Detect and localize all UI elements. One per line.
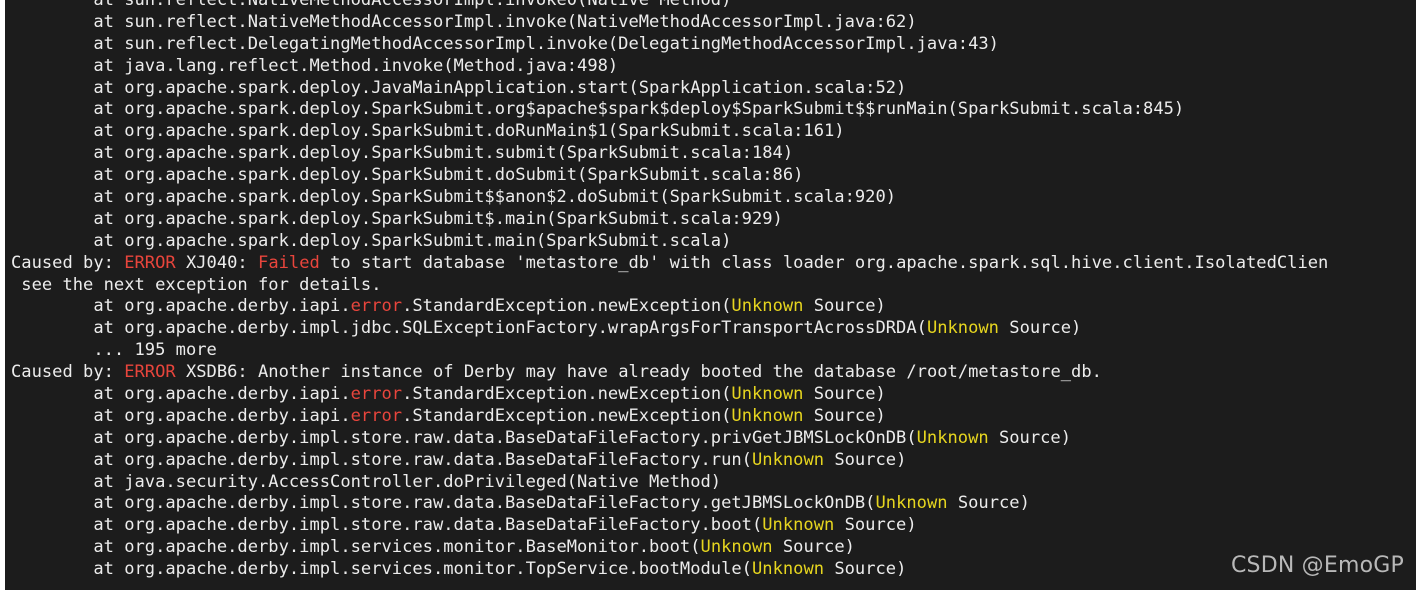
- line-text: Caused by:: [11, 362, 125, 383]
- terminal-line: Caused by: ERROR XJ040: Failed to start …: [11, 253, 1328, 275]
- terminal-window[interactable]: at sun.reflect.NativeMethodAccessorImpl.…: [5, 0, 1416, 590]
- line-text: see the next exception for details.: [11, 274, 382, 295]
- line-text: Source): [824, 449, 907, 470]
- line-text: ... 195 more: [11, 340, 217, 361]
- terminal-line: at java.lang.reflect.Method.invoke(Metho…: [11, 56, 1328, 78]
- line-text: at org.apache.derby.impl.store.raw.data.…: [11, 449, 752, 470]
- terminal-line: at org.apache.spark.deploy.SparkSubmit.m…: [11, 231, 1328, 253]
- line-text: at org.apache.derby.iapi.: [11, 405, 351, 426]
- unknown-keyword: Unknown: [875, 493, 948, 514]
- line-text: Source): [803, 405, 886, 426]
- line-text: at org.apache.spark.deploy.SparkSubmit.d…: [11, 121, 845, 142]
- terminal-line: at org.apache.spark.deploy.SparkSubmit.o…: [11, 99, 1328, 121]
- line-text: at org.apache.spark.deploy.JavaMainAppli…: [11, 77, 907, 98]
- line-text: Source): [824, 559, 907, 580]
- terminal-line: at java.security.AccessController.doPriv…: [11, 472, 1328, 494]
- terminal-line: see the next exception for details.: [11, 275, 1328, 297]
- line-text: at org.apache.spark.deploy.SparkSubmit.s…: [11, 143, 794, 164]
- terminal-line: at sun.reflect.DelegatingMethodAccessorI…: [11, 34, 1328, 56]
- terminal-line: at org.apache.spark.deploy.SparkSubmit.s…: [11, 143, 1328, 165]
- unknown-keyword: Unknown: [731, 384, 804, 405]
- line-text: to start database 'metastore_db' with cl…: [319, 252, 1329, 273]
- line-text: Source): [998, 318, 1082, 339]
- line-text: at org.apache.derby.impl.jdbc.SQLExcepti…: [11, 318, 927, 339]
- terminal-line: at org.apache.derby.impl.services.monito…: [11, 559, 1328, 581]
- unknown-keyword: Unknown: [751, 559, 825, 580]
- error-keyword: error: [350, 384, 403, 405]
- line-text: Caused by:: [11, 252, 125, 273]
- stack-trace-output: at sun.reflect.NativeMethodAccessorImpl.…: [11, 0, 1328, 581]
- line-text: .StandardException.newException(: [402, 405, 732, 426]
- terminal-line: at org.apache.derby.impl.store.raw.data.…: [11, 450, 1328, 472]
- terminal-line: at sun.reflect.NativeMethodAccessorImpl.…: [11, 0, 1328, 12]
- unknown-keyword: Unknown: [751, 449, 825, 470]
- error-keyword: ERROR: [124, 252, 176, 273]
- terminal-line: at org.apache.derby.impl.store.raw.data.…: [11, 515, 1328, 537]
- line-text: at org.apache.spark.deploy.SparkSubmit.d…: [11, 165, 804, 186]
- unknown-keyword: Unknown: [700, 537, 773, 558]
- error-keyword: ERROR: [124, 362, 176, 383]
- line-text: at org.apache.derby.impl.store.raw.data.…: [11, 427, 917, 448]
- line-text: at org.apache.spark.deploy.SparkSubmit.o…: [11, 99, 1185, 120]
- line-text: at org.apache.derby.iapi.: [11, 384, 351, 405]
- unknown-keyword: Unknown: [762, 515, 835, 536]
- terminal-line: at org.apache.derby.iapi.error.StandardE…: [11, 296, 1328, 318]
- terminal-line: at org.apache.derby.impl.store.raw.data.…: [11, 428, 1328, 450]
- line-text: at java.security.AccessController.doPriv…: [11, 471, 722, 492]
- terminal-line: at org.apache.derby.impl.services.monito…: [11, 537, 1328, 559]
- line-text: at java.lang.reflect.Method.invoke(Metho…: [11, 55, 619, 76]
- terminal-line: Caused by: ERROR XSDB6: Another instance…: [11, 362, 1328, 384]
- terminal-line: at org.apache.spark.deploy.SparkSubmit.d…: [11, 121, 1328, 143]
- unknown-keyword: Unknown: [916, 427, 989, 448]
- line-text: Source): [988, 427, 1072, 448]
- line-text: .StandardException.newException(: [402, 384, 732, 405]
- line-text: Source): [803, 296, 886, 317]
- terminal-line: at org.apache.derby.impl.store.raw.data.…: [11, 493, 1328, 515]
- csdn-watermark: CSDN @EmoGP: [1230, 553, 1404, 578]
- terminal-line: at org.apache.derby.impl.jdbc.SQLExcepti…: [11, 318, 1328, 340]
- terminal-line: at org.apache.spark.deploy.SparkSubmit$.…: [11, 209, 1328, 231]
- error-keyword: Failed: [258, 252, 320, 273]
- terminal-line: at org.apache.spark.deploy.JavaMainAppli…: [11, 78, 1328, 100]
- line-text: at org.apache.spark.deploy.SparkSubmit$$…: [11, 187, 897, 208]
- line-text: XJ040:: [175, 252, 259, 273]
- unknown-keyword: Unknown: [731, 405, 804, 426]
- line-text: Source): [772, 537, 855, 558]
- line-text: at sun.reflect.DelegatingMethodAccessorI…: [11, 33, 999, 54]
- line-text: at org.apache.derby.impl.services.monito…: [11, 537, 701, 558]
- line-text: at sun.reflect.NativeMethodAccessorImpl.…: [11, 11, 917, 32]
- error-keyword: error: [350, 296, 403, 317]
- terminal-line: ... 195 more: [11, 340, 1328, 362]
- line-text: Source): [947, 493, 1030, 514]
- terminal-line: at sun.reflect.NativeMethodAccessorImpl.…: [11, 12, 1328, 34]
- unknown-keyword: Unknown: [731, 296, 804, 317]
- line-text: at org.apache.spark.deploy.SparkSubmit.m…: [11, 230, 732, 251]
- line-text: at org.apache.derby.iapi.: [11, 296, 351, 317]
- terminal-line: at org.apache.derby.iapi.error.StandardE…: [11, 384, 1328, 406]
- terminal-line: at org.apache.spark.deploy.SparkSubmit$$…: [11, 187, 1328, 209]
- line-text: at org.apache.derby.impl.store.raw.data.…: [11, 493, 876, 514]
- line-text: .StandardException.newException(: [402, 296, 732, 317]
- line-text: at org.apache.derby.impl.services.monito…: [11, 559, 752, 580]
- line-text: at org.apache.spark.deploy.SparkSubmit$.…: [11, 208, 783, 229]
- unknown-keyword: Unknown: [926, 318, 999, 339]
- line-text: Source): [803, 384, 886, 405]
- error-keyword: error: [350, 405, 403, 426]
- terminal-line: at org.apache.derby.iapi.error.StandardE…: [11, 406, 1328, 428]
- line-text: at org.apache.derby.impl.store.raw.data.…: [11, 515, 763, 536]
- line-text: XSDB6: Another instance of Derby may hav…: [175, 362, 1102, 383]
- line-text: at sun.reflect.NativeMethodAccessorImpl.…: [11, 0, 732, 10]
- terminal-line: at org.apache.spark.deploy.SparkSubmit.d…: [11, 165, 1328, 187]
- line-text: Source): [834, 515, 917, 536]
